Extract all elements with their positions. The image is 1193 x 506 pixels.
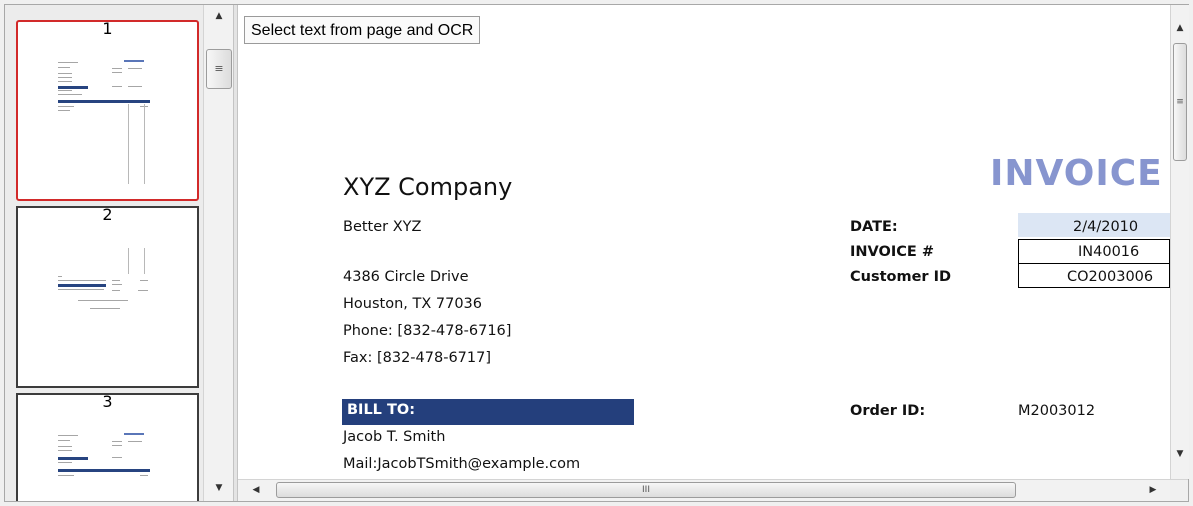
customer-id-value: CO2003006 xyxy=(1067,269,1154,285)
horizontal-scroll-thumb[interactable]: III xyxy=(276,482,1016,498)
document-view[interactable]: XYZ Company Better XYZ 4386 Circle Drive… xyxy=(238,5,1170,479)
document-vertical-scrollbar[interactable]: ▲ ≡ ▼ xyxy=(1170,5,1189,479)
date-label: DATE: xyxy=(850,219,898,235)
invoice-number-label: INVOICE # xyxy=(850,244,934,260)
bill-to-name: Jacob T. Smith xyxy=(343,429,446,445)
bill-to-header: BILL TO: xyxy=(342,399,634,425)
page-thumbnail-2[interactable]: 2 xyxy=(16,205,199,388)
scroll-up-icon[interactable]: ▲ xyxy=(204,7,234,25)
scroll-left-icon[interactable]: ◀ xyxy=(246,480,266,501)
thumbnail-scrollbar[interactable]: ▲ ≡ ▼ xyxy=(203,5,234,501)
bill-to-email: Mail:JacobTSmith@example.com xyxy=(343,456,581,472)
address-line-1: 4386 Circle Drive xyxy=(343,269,469,285)
scroll-right-icon[interactable]: ▶ xyxy=(1143,480,1163,501)
document-horizontal-scrollbar[interactable]: ◀ III ▶ xyxy=(238,479,1170,501)
pdf-viewer-window: 1 2 3 ▲ ≡ ▼ XYZ Company Better XYZ 4386 … xyxy=(4,4,1189,502)
thumbnail-preview xyxy=(58,58,158,188)
page-thumbnail-3[interactable]: 3 xyxy=(16,392,199,501)
invoice-title: INVOICE xyxy=(990,153,1163,194)
thumbnail-panel: 1 2 3 xyxy=(5,5,203,501)
invoice-number-value: IN40016 xyxy=(1078,244,1140,260)
thumbnail-preview xyxy=(58,244,158,374)
order-id-label: Order ID: xyxy=(850,403,926,419)
invoice-page: XYZ Company Better XYZ 4386 Circle Drive… xyxy=(238,5,1170,479)
scrollbar-corner xyxy=(1170,479,1188,501)
thumbnail-scroll-thumb[interactable]: ≡ xyxy=(206,49,232,89)
order-id-value: M2003012 xyxy=(1018,403,1096,419)
customer-id-label: Customer ID xyxy=(850,269,952,285)
thumbnail-number: 3 xyxy=(102,392,113,411)
document-scroll-thumb[interactable]: ≡ xyxy=(1173,43,1187,161)
thumbnail-preview xyxy=(58,431,158,501)
company-name: XYZ Company xyxy=(343,173,513,201)
scroll-down-icon[interactable]: ▼ xyxy=(204,479,234,497)
date-value: 2/4/2010 xyxy=(1073,219,1139,235)
fax-number: Fax: [832-478-6717] xyxy=(343,350,492,366)
address-line-2: Houston, TX 77036 xyxy=(343,296,483,312)
thumbnail-number: 1 xyxy=(102,19,113,38)
phone-number: Phone: [832-478-6716] xyxy=(343,323,512,339)
ocr-selection-button[interactable]: Select text from page and OCR xyxy=(244,16,481,44)
company-tagline: Better XYZ xyxy=(343,219,422,235)
page-thumbnail-1[interactable]: 1 xyxy=(16,19,199,201)
thumbnail-number: 2 xyxy=(102,205,113,224)
scroll-down-icon[interactable]: ▼ xyxy=(1171,445,1189,463)
scroll-up-icon[interactable]: ▲ xyxy=(1171,19,1189,37)
bill-to-label: BILL TO: xyxy=(347,402,415,418)
